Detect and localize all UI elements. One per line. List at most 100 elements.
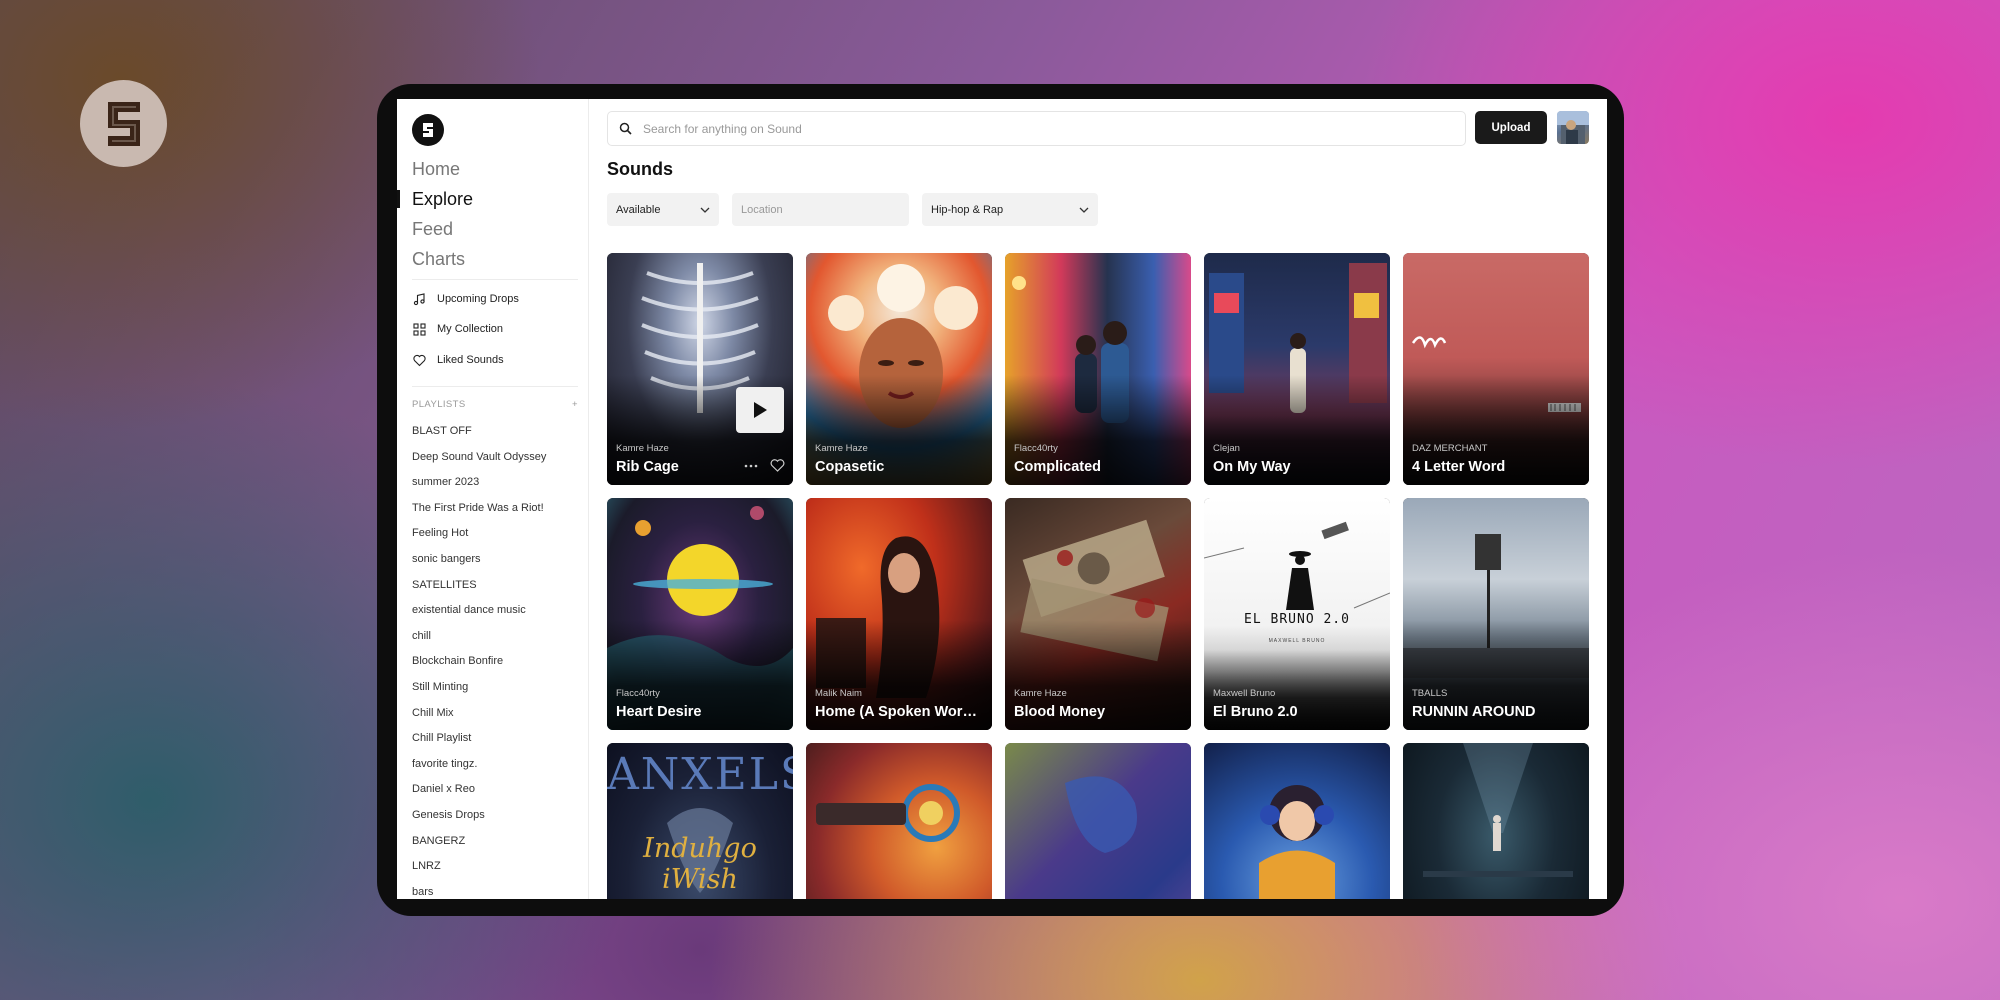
playlist-item[interactable]: summer 2023: [412, 475, 546, 501]
cover-art: [1005, 743, 1191, 899]
cover-text: Induhgo iWish: [643, 833, 757, 895]
card-artist[interactable]: DAZ MERCHANT: [1412, 443, 1487, 454]
cover-text: MAXWELL BRUNO: [1268, 638, 1326, 644]
sound-s-logo-icon: [107, 101, 140, 146]
playlist-item[interactable]: Still Minting: [412, 680, 546, 706]
app-window: Home Explore Feed Charts Upcoming Drops …: [397, 99, 1607, 899]
playlist-item[interactable]: sonic bangers: [412, 552, 546, 578]
playlist-item[interactable]: existential dance music: [412, 603, 546, 629]
nav-explore[interactable]: Explore: [412, 189, 473, 210]
genre-value: Hip-hop & Rap: [931, 203, 1004, 216]
sound-card[interactable]: Malik Naim Home (A Spoken Word...: [806, 498, 992, 730]
card-title[interactable]: 4 Letter Word: [1412, 459, 1580, 475]
card-artist[interactable]: Kamre Haze: [1014, 688, 1067, 699]
nav-liked-sounds[interactable]: Liked Sounds: [412, 351, 504, 369]
nav-liked-sounds-label: Liked Sounds: [437, 354, 504, 366]
card-title[interactable]: Copasetic: [815, 459, 983, 475]
playlist-item[interactable]: Feeling Hot: [412, 526, 546, 552]
card-artist[interactable]: TBALLS: [1412, 688, 1447, 699]
card-title[interactable]: Blood Money: [1014, 704, 1182, 720]
card-title[interactable]: El Bruno 2.0: [1213, 704, 1381, 720]
nav-my-collection-label: My Collection: [437, 323, 504, 335]
playlist-item[interactable]: chill: [412, 629, 546, 655]
playlist-item[interactable]: Chill Playlist: [412, 731, 546, 757]
sound-card[interactable]: [1403, 743, 1589, 899]
divider: [412, 386, 578, 387]
cover-art: [1403, 743, 1589, 899]
sound-logo-badge: [80, 80, 167, 167]
playlist-item[interactable]: Genesis Drops: [412, 808, 546, 834]
sound-card[interactable]: Kamre Haze Copasetic: [806, 253, 992, 485]
card-title[interactable]: Heart Desire: [616, 704, 784, 720]
sound-card[interactable]: Kamre Haze Rib Cage: [607, 253, 793, 485]
card-title[interactable]: Home (A Spoken Word...: [815, 704, 983, 720]
playlist-item[interactable]: Blockchain Bonfire: [412, 654, 546, 680]
search-bar[interactable]: [607, 111, 1466, 146]
card-artist[interactable]: Maxwell Bruno: [1213, 688, 1275, 699]
sound-card[interactable]: [1005, 743, 1191, 899]
card-title[interactable]: On My Way: [1213, 459, 1381, 475]
playlist-item[interactable]: Chill Mix: [412, 706, 546, 732]
playlist-item[interactable]: Deep Sound Vault Odyssey: [412, 450, 546, 476]
cover-art: [806, 743, 992, 899]
sound-card[interactable]: Clejan On My Way: [1204, 253, 1390, 485]
music-note-icon: [412, 292, 426, 306]
nav-upcoming-drops[interactable]: Upcoming Drops: [412, 290, 519, 308]
sound-card[interactable]: TBALLS RUNNIN AROUND: [1403, 498, 1589, 730]
card-title[interactable]: RUNNIN AROUND: [1412, 704, 1580, 720]
playlist-item[interactable]: LNRZ: [412, 859, 546, 885]
cover-art: [1204, 743, 1390, 899]
sound-card[interactable]: ANXELS Induhgo iWish: [607, 743, 793, 899]
like-heart-icon[interactable]: [770, 459, 785, 472]
main-content: Upload Sounds Available Location Hip-hop…: [589, 99, 1607, 899]
location-field[interactable]: Location: [732, 193, 909, 226]
sound-card[interactable]: DAZ MERCHANT 4 Letter Word: [1403, 253, 1589, 485]
nav-my-collection[interactable]: My Collection: [412, 320, 503, 338]
sound-card[interactable]: Kamre Haze Blood Money: [1005, 498, 1191, 730]
availability-select[interactable]: Available: [607, 193, 719, 226]
cover-art: ANXELS Induhgo iWish: [607, 743, 793, 899]
upload-button[interactable]: Upload: [1475, 111, 1547, 144]
more-options-icon[interactable]: [744, 464, 758, 468]
playlist-item[interactable]: BLAST OFF: [412, 424, 546, 450]
playlists-heading: PLAYLISTS: [412, 399, 466, 410]
play-icon: [754, 402, 767, 418]
sound-card[interactable]: [806, 743, 992, 899]
app-logo-icon[interactable]: [412, 114, 444, 146]
card-artist[interactable]: Kamre Haze: [815, 443, 868, 454]
playlist-item[interactable]: SATELLITES: [412, 578, 546, 604]
card-artist[interactable]: Clejan: [1213, 443, 1240, 454]
divider: [412, 279, 578, 280]
heart-icon: [412, 353, 426, 367]
cover-text: EL BRUNO 2.0: [1244, 612, 1350, 627]
playlist-item[interactable]: Daniel x Reo: [412, 782, 546, 808]
card-artist[interactable]: Kamre Haze: [616, 443, 669, 454]
sound-card[interactable]: EL BRUNO 2.0 MAXWELL BRUNO Maxwell Bruno…: [1204, 498, 1390, 730]
play-button[interactable]: [736, 387, 784, 433]
add-playlist-button[interactable]: +: [572, 399, 578, 410]
playlist-item[interactable]: BANGERZ: [412, 834, 546, 860]
page-title: Sounds: [607, 159, 673, 179]
genre-select[interactable]: Hip-hop & Rap: [922, 193, 1098, 226]
search-icon: [619, 122, 633, 136]
playlist-list: BLAST OFF Deep Sound Vault Odyssey summer …: [412, 424, 546, 899]
card-title[interactable]: Complicated: [1014, 459, 1182, 475]
playlist-item[interactable]: The First Pride Was a Riot!: [412, 501, 546, 527]
nav-charts[interactable]: Charts: [412, 249, 465, 270]
sound-card[interactable]: [1204, 743, 1390, 899]
search-input[interactable]: [641, 120, 1425, 137]
card-artist[interactable]: Flacc40rty: [616, 688, 660, 699]
sound-card[interactable]: Flacc40rty Complicated: [1005, 253, 1191, 485]
card-artist[interactable]: Malik Naim: [815, 688, 862, 699]
sidebar: Home Explore Feed Charts Upcoming Drops …: [397, 99, 589, 899]
sound-card[interactable]: Flacc40rty Heart Desire: [607, 498, 793, 730]
nav-feed[interactable]: Feed: [412, 219, 453, 240]
playlist-item[interactable]: bars: [412, 885, 546, 899]
availability-value: Available: [616, 203, 661, 216]
playlist-item[interactable]: favorite tingz.: [412, 757, 546, 783]
card-artist[interactable]: Flacc40rty: [1014, 443, 1058, 454]
active-nav-indicator: [397, 190, 400, 208]
nav-upcoming-drops-label: Upcoming Drops: [437, 293, 519, 305]
avatar[interactable]: [1557, 111, 1589, 144]
nav-home[interactable]: Home: [412, 159, 460, 180]
